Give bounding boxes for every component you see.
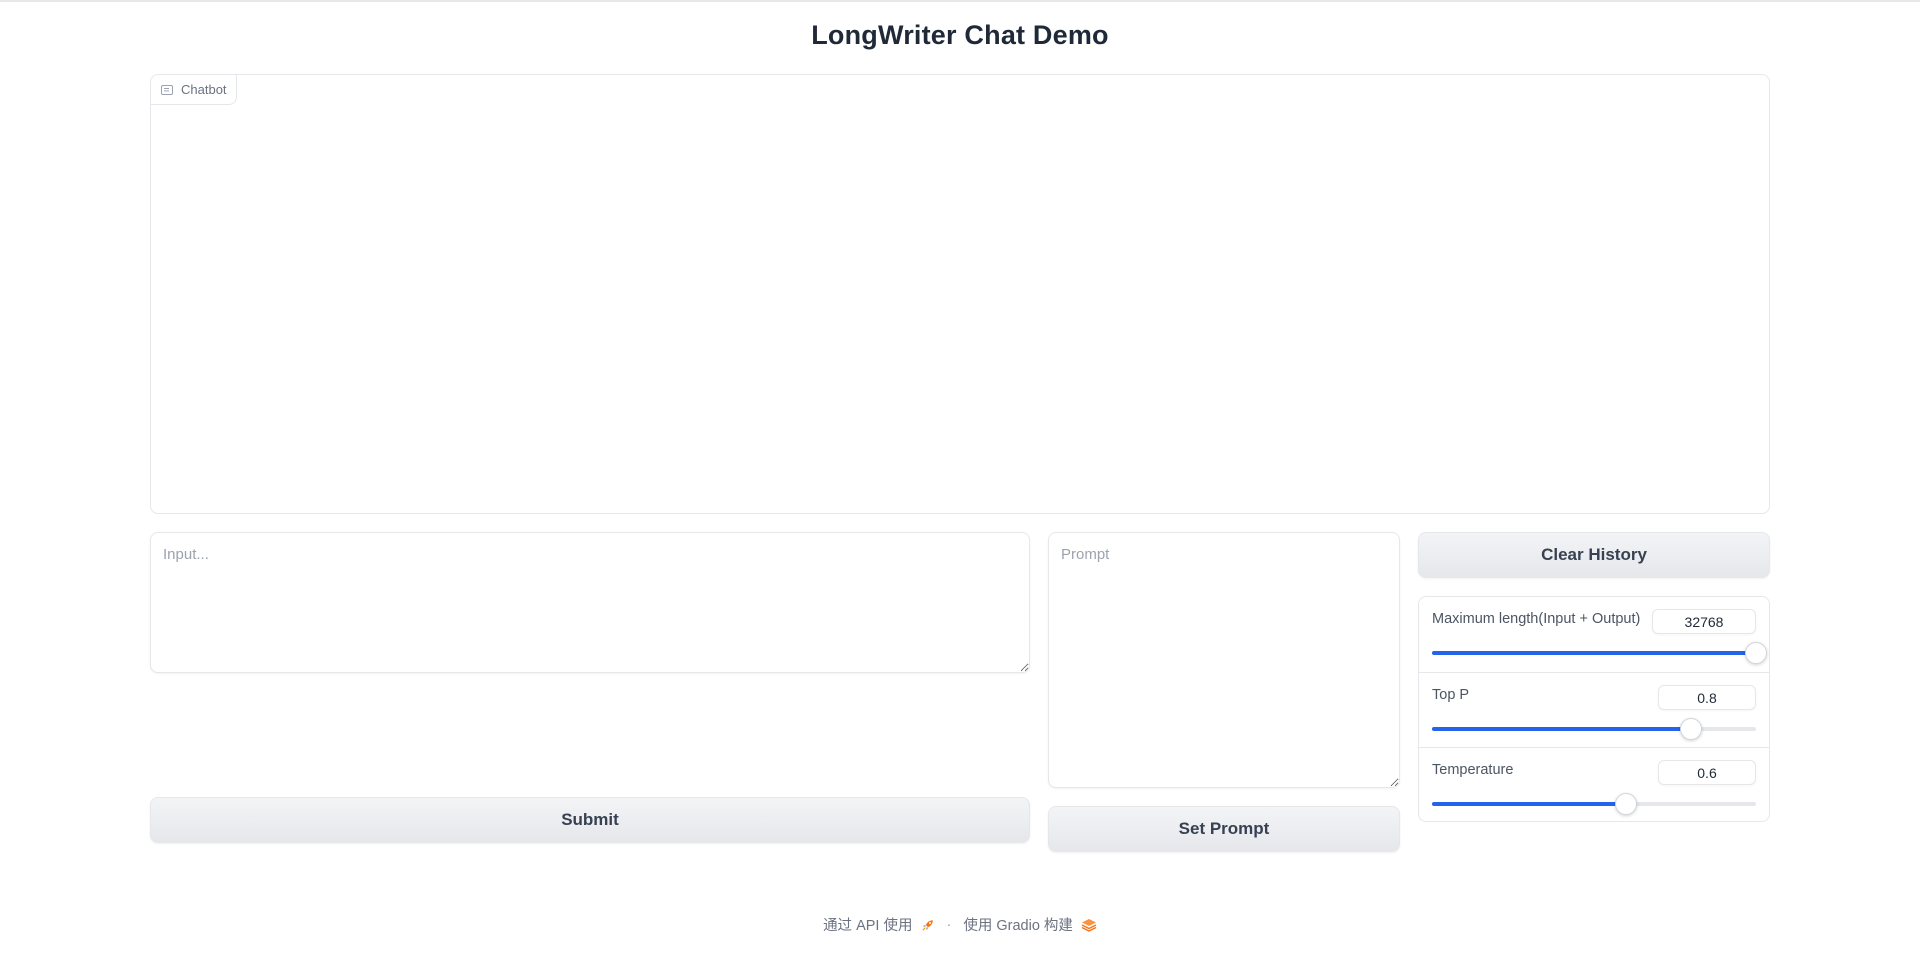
chatbot-label: Chatbot (151, 75, 237, 105)
max-length-number-input[interactable] (1652, 609, 1756, 634)
top-p-label: Top P (1432, 687, 1470, 703)
set-prompt-button[interactable]: Set Prompt (1048, 806, 1400, 852)
temperature-slider-track[interactable] (1432, 793, 1756, 815)
top-p-number-input[interactable] (1658, 685, 1756, 710)
clear-history-button[interactable]: Clear History (1418, 532, 1770, 578)
chatbot-panel[interactable]: Chatbot (150, 74, 1770, 514)
max-length-slider-block: Maximum length(Input + Output) (1419, 597, 1769, 672)
max-length-slider-fill (1432, 651, 1756, 655)
temperature-label: Temperature (1432, 762, 1514, 778)
parameters-panel: Maximum length(Input + Output) Top P Tem… (1418, 596, 1770, 822)
top-p-slider-thumb[interactable] (1680, 718, 1703, 740)
max-length-slider-thumb[interactable] (1745, 642, 1767, 664)
submit-button[interactable]: Submit (150, 797, 1030, 843)
rocket-icon (922, 919, 933, 930)
input-container (150, 532, 1030, 673)
footer: 通过 API 使用 · 使用 Gradio 构建 (0, 914, 1920, 935)
chatbot-label-text: Chatbot (181, 82, 227, 97)
top-p-slider-fill (1432, 727, 1692, 731)
temperature-slider-thumb[interactable] (1615, 793, 1638, 815)
input-textarea[interactable] (151, 533, 1029, 672)
page-title: LongWriter Chat Demo (811, 20, 1109, 50)
footer-separator: · (946, 916, 952, 933)
top-border (0, 0, 1920, 2)
built-with-gradio-text: 使用 Gradio 构建 (963, 918, 1073, 934)
top-p-slider-block: Top P (1419, 672, 1769, 747)
temperature-number-input[interactable] (1658, 760, 1756, 785)
chat-bubble-icon (161, 84, 173, 95)
use-via-api-text: 通过 API 使用 (823, 918, 913, 934)
temperature-slider-fill (1432, 802, 1627, 806)
temperature-slider-block: Temperature (1419, 747, 1769, 821)
prompt-container (1048, 532, 1400, 788)
built-with-gradio-link[interactable]: 使用 Gradio 构建 (963, 914, 1097, 935)
top-p-slider-track[interactable] (1432, 718, 1756, 740)
use-via-api-link[interactable]: 通过 API 使用 (823, 914, 934, 935)
prompt-textarea[interactable] (1049, 533, 1399, 787)
max-length-slider-track[interactable] (1432, 642, 1767, 664)
max-length-label: Maximum length(Input + Output) (1432, 611, 1641, 627)
gradio-logo-icon (1081, 918, 1097, 932)
